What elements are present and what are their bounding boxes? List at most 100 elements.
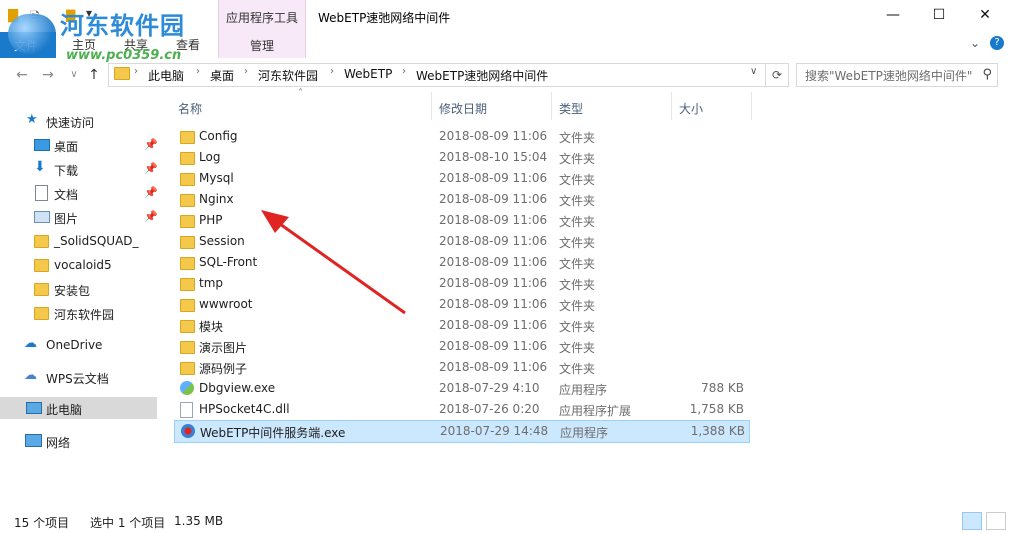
sidebar-item-label: 下载: [54, 164, 79, 178]
folder-icon: [180, 215, 195, 228]
sidebar-item-vocaloid5[interactable]: vocaloid5: [0, 254, 160, 276]
folder-icon: [180, 362, 195, 375]
file-row[interactable]: Log 2018-08-10 15:04 文件夹: [174, 147, 748, 168]
refresh-icon[interactable]: ⟳: [766, 63, 789, 87]
column-header-type[interactable]: 类型: [559, 100, 583, 117]
file-name: PHP: [199, 213, 223, 227]
crumb-this-pc[interactable]: 此电脑: [148, 67, 184, 84]
folder-icon: [180, 131, 195, 144]
file-row[interactable]: HPSocket4C.dll 2018-07-26 0:20 应用程序扩展 1,758…: [174, 399, 748, 420]
sidebar-item-installers[interactable]: 安装包: [0, 278, 160, 300]
file-type: 文件夹: [559, 278, 596, 292]
file-name: WebETP中间件服务端.exe: [200, 426, 346, 440]
crumb-current[interactable]: WebETP速弛网络中间件: [416, 67, 548, 84]
forward-icon[interactable]: →: [38, 66, 58, 84]
file-size: 788 KB: [701, 381, 744, 395]
crumb-separator[interactable]: ›: [196, 66, 200, 77]
column-header-size[interactable]: 大小: [679, 100, 703, 117]
sidebar-item-onedrive[interactable]: ☁ OneDrive: [0, 334, 160, 356]
file-row[interactable]: Dbgview.exe 2018-07-29 4:10 应用程序 788 KB: [174, 378, 748, 399]
search-box[interactable]: ⚲: [796, 63, 998, 87]
file-name: Log: [199, 150, 221, 164]
column-divider[interactable]: [671, 92, 672, 120]
column-divider[interactable]: [431, 92, 432, 120]
maximize-button[interactable]: ☐: [916, 0, 962, 32]
details-view-icon[interactable]: [962, 512, 982, 530]
file-name: Mysql: [199, 171, 234, 185]
crumb-separator[interactable]: ›: [330, 66, 334, 77]
sidebar-item-solidsquad[interactable]: _SolidSQUAD_: [0, 230, 160, 252]
address-dropdown-icon[interactable]: ∨: [750, 66, 757, 77]
file-name: 模块: [199, 320, 224, 334]
pin-icon[interactable]: 📌: [144, 138, 158, 151]
pin-icon[interactable]: 📌: [144, 162, 158, 175]
column-divider[interactable]: [751, 92, 752, 120]
sidebar-item-network[interactable]: 网络: [0, 430, 160, 452]
sidebar-item-documents[interactable]: 文档 📌: [0, 182, 160, 204]
folder-icon: [180, 236, 195, 249]
sidebar-item-pictures[interactable]: 图片 📌: [0, 206, 160, 228]
document-icon: [35, 185, 48, 201]
crumb-hedong[interactable]: 河东软件园: [258, 67, 318, 84]
crumb-webetp[interactable]: WebETP: [344, 67, 392, 81]
sidebar-item-label: 网络: [46, 436, 71, 450]
sidebar-item-hedong[interactable]: 河东软件园: [0, 302, 160, 324]
file-date: 2018-08-09 11:06: [439, 171, 548, 185]
file-name: HPSocket4C.dll: [199, 402, 290, 416]
file-date: 2018-07-26 0:20: [439, 402, 540, 416]
sidebar-item-quick-access[interactable]: ★ 快速访问: [0, 110, 160, 132]
crumb-separator[interactable]: ›: [402, 66, 406, 77]
file-date: 2018-08-10 15:04: [439, 150, 548, 164]
sidebar-item-this-pc[interactable]: 此电脑: [0, 397, 157, 419]
search-icon[interactable]: ⚲: [982, 67, 992, 82]
recent-dropdown-icon[interactable]: ∨: [64, 66, 84, 84]
file-type: 文件夹: [559, 152, 596, 166]
file-row[interactable]: 演示图片 2018-08-09 11:06 文件夹: [174, 336, 748, 357]
window-title: WebETP速弛网络中间件: [318, 11, 451, 25]
help-icon[interactable]: ?: [990, 36, 1004, 50]
pin-icon[interactable]: 📌: [144, 210, 158, 223]
sidebar-item-label: 安装包: [54, 284, 91, 298]
column-header-name[interactable]: 名称: [178, 100, 202, 117]
crumb-separator[interactable]: ›: [244, 66, 248, 77]
crumb-separator[interactable]: ›: [134, 66, 138, 77]
file-row[interactable]: 源码例子 2018-08-09 11:06 文件夹: [174, 357, 748, 378]
column-divider[interactable]: [551, 92, 552, 120]
crumb-desktop[interactable]: 桌面: [210, 67, 234, 84]
desktop-icon: [34, 139, 50, 151]
status-item-count: 15 个项目: [14, 516, 70, 530]
sidebar-item-desktop[interactable]: 桌面 📌: [0, 134, 160, 156]
status-selected-size: 1.35 MB: [174, 514, 224, 528]
file-size: 1,388 KB: [690, 424, 745, 438]
file-type: 应用程序: [560, 426, 609, 440]
file-type: 文件夹: [559, 299, 596, 313]
folder-icon: [34, 307, 49, 320]
back-icon[interactable]: ←: [12, 66, 32, 84]
sidebar-item-label: vocaloid5: [54, 258, 112, 272]
cloud-icon: ☁: [24, 336, 37, 351]
folder-icon: [180, 173, 195, 186]
up-icon[interactable]: ↑: [84, 66, 104, 84]
computer-icon: [26, 402, 42, 414]
large-icons-view-icon[interactable]: [986, 512, 1006, 530]
file-type: 文件夹: [559, 131, 596, 145]
file-name: tmp: [199, 276, 224, 290]
file-name: Nginx: [199, 192, 234, 206]
picture-icon: [34, 211, 50, 223]
search-input[interactable]: [803, 67, 977, 85]
file-row[interactable]: WebETP中间件服务端.exe 2018-07-29 14:48 应用程序 1,38…: [174, 420, 750, 443]
minimize-button[interactable]: —: [870, 0, 916, 32]
file-row[interactable]: Config 2018-08-09 11:06 文件夹: [174, 126, 748, 147]
sidebar-item-downloads[interactable]: ⬇ 下载 📌: [0, 158, 160, 180]
sidebar-item-wps-cloud[interactable]: ☁ WPS云文档: [0, 366, 160, 388]
pin-icon[interactable]: 📌: [144, 186, 158, 199]
close-button[interactable]: ✕: [962, 0, 1008, 32]
file-row[interactable]: Mysql 2018-08-09 11:06 文件夹: [174, 168, 748, 189]
sidebar-item-label: 河东软件园: [54, 308, 115, 322]
file-size: 1,758 KB: [689, 402, 744, 416]
ribbon-expand-icon[interactable]: ⌄: [970, 36, 980, 50]
folder-icon: [34, 235, 49, 248]
tab-manage[interactable]: 管理: [219, 37, 305, 54]
column-header-date[interactable]: 修改日期: [439, 100, 487, 117]
arrow-shaft: [272, 217, 406, 315]
